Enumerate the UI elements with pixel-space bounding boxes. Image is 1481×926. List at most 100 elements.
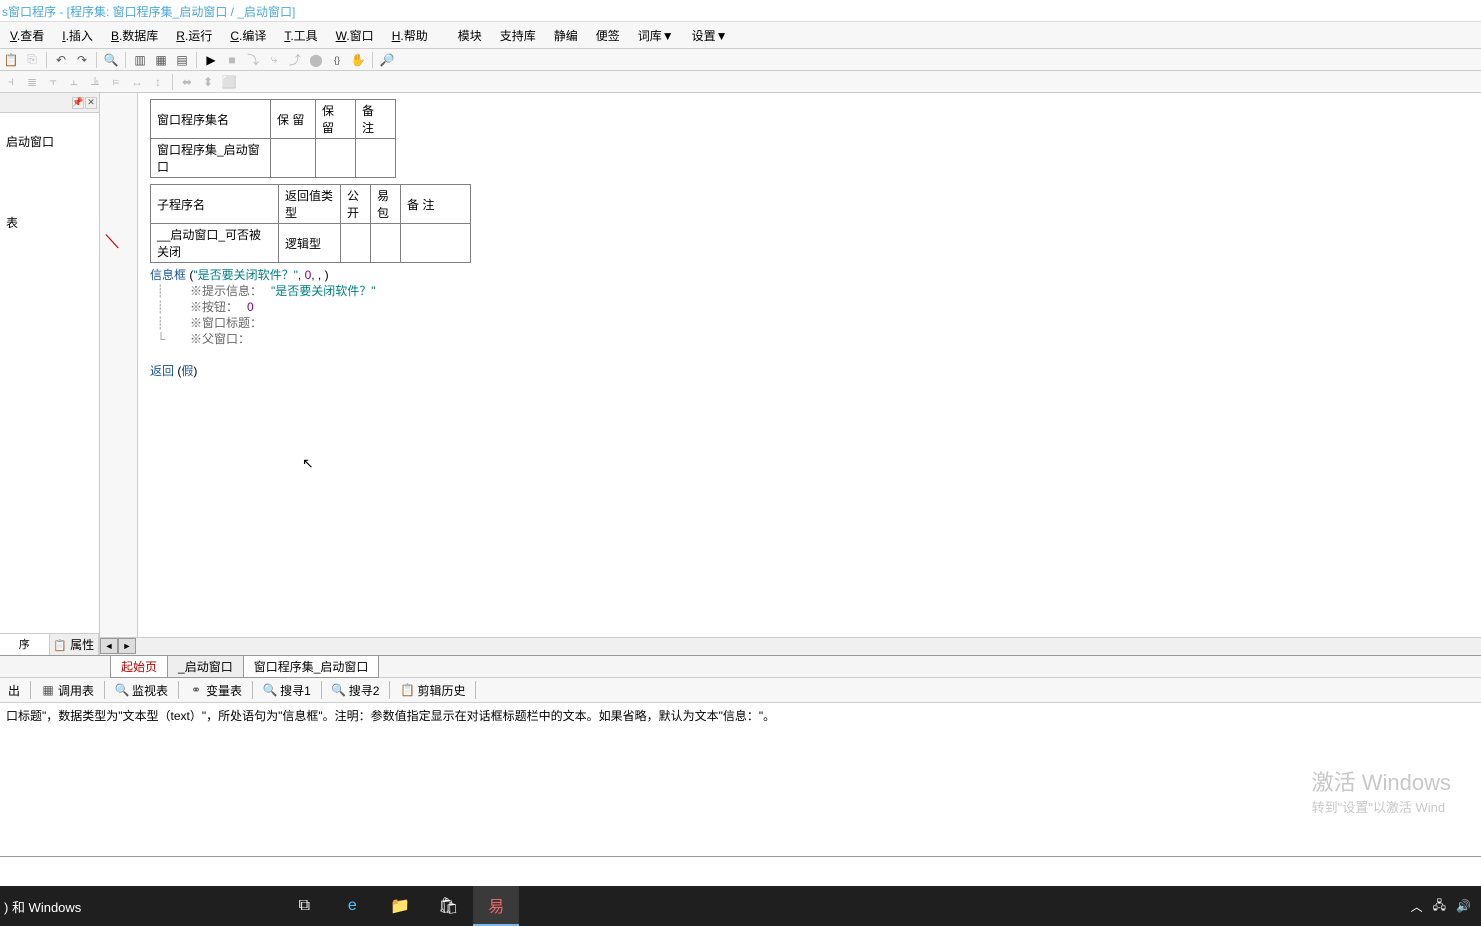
code-line-1[interactable]: 信息框 ("是否要关闭软件？", 0, , ) bbox=[150, 267, 1471, 283]
close-icon[interactable]: ✕ bbox=[85, 97, 97, 109]
menu-notes[interactable]: 便签 bbox=[588, 23, 628, 48]
dist-h-icon[interactable]: ↔ bbox=[128, 73, 146, 91]
menu-module[interactable]: 模块 bbox=[450, 23, 490, 48]
code-blank[interactable] bbox=[150, 347, 1471, 363]
t1-r1c1[interactable]: 窗口程序集_启动窗口 bbox=[151, 139, 271, 178]
tab-programset[interactable]: 窗口程序集_启动窗口 bbox=[243, 655, 380, 678]
grid-icon: ▦ bbox=[41, 683, 55, 697]
t2-r1c4[interactable] bbox=[371, 224, 401, 263]
tool-layout1-icon[interactable]: ▥ bbox=[131, 51, 149, 69]
menu-compile[interactable]: C.编译 bbox=[222, 23, 274, 48]
code-param-3[interactable]: ┊ ※窗口标题：↖ bbox=[150, 315, 1471, 331]
scroll-left-icon[interactable]: ◄ bbox=[100, 638, 118, 654]
tool-layout2-icon[interactable]: ▦ bbox=[152, 51, 170, 69]
taskview-icon[interactable]: ⧉ bbox=[281, 886, 327, 926]
menu-dict[interactable]: 词库▼ bbox=[630, 23, 682, 48]
store-icon[interactable]: 🛍 bbox=[425, 886, 471, 926]
align-middle-icon[interactable]: ⫡ bbox=[86, 73, 104, 91]
tab-start[interactable]: 起始页 bbox=[110, 655, 168, 678]
align-top-icon[interactable]: ⫠ bbox=[65, 73, 83, 91]
t2-r1c1[interactable]: __启动窗口_可否被关闭 bbox=[151, 224, 279, 263]
watermark-line2: 转到"设置"以激活 Wind bbox=[1312, 797, 1451, 816]
editor-tabs: 起始页 _启动窗口 窗口程序集_启动窗口 bbox=[0, 655, 1481, 677]
size-h-icon[interactable]: ⬍ bbox=[199, 73, 217, 91]
menu-help[interactable]: H.帮助 bbox=[384, 23, 436, 48]
tool-stop-icon[interactable]: ■ bbox=[223, 51, 241, 69]
btool-find1[interactable]: 🔍搜寻1 bbox=[257, 680, 317, 701]
tab-window[interactable]: _启动窗口 bbox=[167, 655, 244, 678]
t2-h1: 子程序名 bbox=[151, 185, 279, 224]
tool-paste-icon[interactable]: 📋 bbox=[2, 51, 20, 69]
tree-item-window[interactable]: 启动窗口 bbox=[2, 131, 97, 152]
tool-step-over-icon[interactable]: ⤵ bbox=[244, 51, 262, 69]
app-icon[interactable]: 易 bbox=[473, 886, 519, 926]
t2-r1c3[interactable] bbox=[341, 224, 371, 263]
clipboard-icon: 📋 bbox=[400, 683, 414, 697]
tray-chevron-icon[interactable]: ︿ bbox=[1411, 898, 1423, 915]
code-param-1[interactable]: ┊ ※提示信息： "是否要关闭软件？" bbox=[150, 283, 1471, 299]
btool-clip[interactable]: 📋剪辑历史 bbox=[394, 680, 471, 701]
tool-redo-icon[interactable]: ↷ bbox=[73, 51, 91, 69]
t2-h3: 公开 bbox=[341, 185, 371, 224]
t2-r1c5[interactable] bbox=[401, 224, 471, 263]
menu-tools[interactable]: T.工具 bbox=[276, 23, 325, 48]
menu-settings[interactable]: 设置▼ bbox=[684, 23, 736, 48]
align-center-icon[interactable]: ≣ bbox=[23, 73, 41, 91]
menu-window[interactable]: W.窗口 bbox=[328, 23, 382, 48]
menu-static[interactable]: 静编 bbox=[546, 23, 586, 48]
menu-database[interactable]: B.数据库 bbox=[103, 23, 166, 48]
watermark-line1: 激活 Windows bbox=[1312, 765, 1451, 797]
edge-icon[interactable]: e bbox=[329, 886, 375, 926]
breakpoint-marker-icon[interactable]: ╲ bbox=[106, 232, 119, 251]
left-panel-tabs: 序 📋 属性 bbox=[0, 633, 99, 655]
code-param-2[interactable]: ┊ ※按钮： 0 bbox=[150, 299, 1471, 315]
lp-tab-prog[interactable]: 序 bbox=[0, 634, 50, 655]
tool-step-into-icon[interactable]: ⤷ bbox=[265, 51, 283, 69]
btool-output[interactable]: 出 bbox=[2, 680, 26, 701]
btool-vars[interactable]: ⚭变量表 bbox=[183, 680, 248, 701]
search-icon: 🔍 bbox=[263, 683, 277, 697]
menu-run[interactable]: R.运行 bbox=[168, 23, 220, 48]
t1-r1c2[interactable] bbox=[271, 139, 316, 178]
tool-goto-icon[interactable]: 🔎 bbox=[378, 51, 396, 69]
tray-volume-icon[interactable]: 🔊 bbox=[1456, 899, 1471, 913]
tool-undo-icon[interactable]: ↶ bbox=[52, 51, 70, 69]
menu-insert[interactable]: I.插入 bbox=[54, 23, 101, 48]
tool-run-icon[interactable]: ▶ bbox=[202, 51, 220, 69]
code-content[interactable]: 窗口程序集名 保 留 保 留 备 注 窗口程序集_启动窗口 子程序名 返回值类型 bbox=[150, 99, 1471, 379]
tool-break-icon[interactable]: {} bbox=[328, 51, 346, 69]
h-scrollbar[interactable]: ◄ ► bbox=[100, 637, 1481, 655]
scroll-right-icon[interactable]: ► bbox=[118, 638, 136, 654]
explorer-icon[interactable]: 📁 bbox=[377, 886, 423, 926]
btool-calltable[interactable]: ▦调用表 bbox=[35, 680, 100, 701]
pin-icon[interactable]: 📌 bbox=[72, 97, 84, 109]
menu-view[interactable]: V.查看 bbox=[2, 23, 52, 48]
size-wh-icon[interactable]: ⬜ bbox=[220, 73, 238, 91]
menu-support[interactable]: 支持库 bbox=[492, 23, 544, 48]
align-bottom-icon[interactable]: ⫢ bbox=[107, 73, 125, 91]
t2-h2: 返回值类型 bbox=[279, 185, 341, 224]
lp-tab-prop[interactable]: 📋 属性 bbox=[50, 634, 100, 655]
btool-watch[interactable]: 🔍监视表 bbox=[109, 680, 174, 701]
tool-step-out-icon[interactable]: ⤴ bbox=[286, 51, 304, 69]
dist-v-icon[interactable]: ↕ bbox=[149, 73, 167, 91]
code-param-4[interactable]: └ ※父窗口： bbox=[150, 331, 1471, 347]
tool-layout3-icon[interactable]: ▤ bbox=[173, 51, 191, 69]
tool-find-icon[interactable]: 🔍 bbox=[102, 51, 120, 69]
tray-network-icon[interactable]: 🖧 bbox=[1433, 896, 1446, 917]
align-right-icon[interactable]: ⫟ bbox=[44, 73, 62, 91]
size-w-icon[interactable]: ⬌ bbox=[178, 73, 196, 91]
tree-item-table[interactable]: 表 bbox=[2, 212, 97, 233]
code-return[interactable]: 返回 (假) bbox=[150, 363, 1471, 379]
t1-r1c4[interactable] bbox=[356, 139, 396, 178]
t2-r1c2[interactable]: 逻辑型 bbox=[279, 224, 341, 263]
taskbar-text: ) 和 Windows bbox=[0, 897, 81, 916]
tool-copy-icon[interactable]: ⎘ bbox=[23, 51, 41, 69]
align-left-icon[interactable]: ⫞ bbox=[2, 73, 20, 91]
tool-breakpoint-icon[interactable]: ⬤ bbox=[307, 51, 325, 69]
status-text: 口标题"，数据类型为"文本型（text）"，所处语句为"信息框"。注明：参数值指… bbox=[0, 703, 1481, 841]
btool-find2[interactable]: 🔍搜寻2 bbox=[326, 680, 386, 701]
t1-r1c3[interactable] bbox=[316, 139, 356, 178]
search-icon: 🔍 bbox=[332, 683, 346, 697]
tool-hand-icon[interactable]: ✋ bbox=[349, 51, 367, 69]
